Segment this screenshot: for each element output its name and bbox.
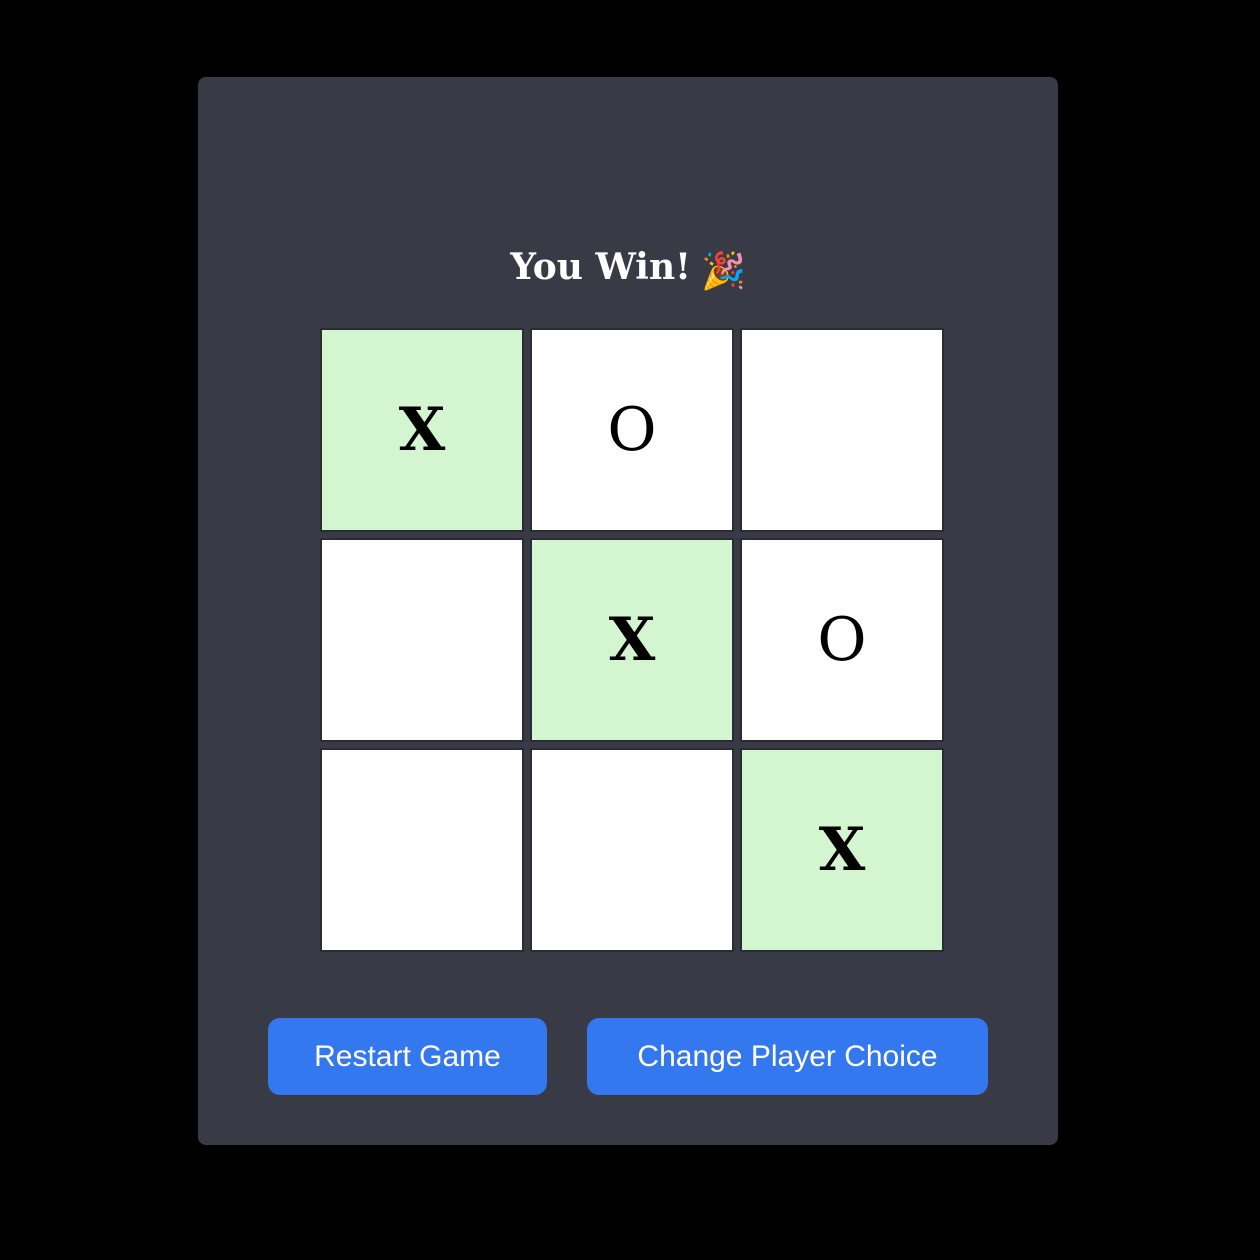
board-cell-9[interactable]: X [742,750,942,950]
board-cell-8[interactable] [532,750,732,950]
board-cell-3[interactable] [742,330,942,530]
board-cell-2[interactable]: O [532,330,732,530]
board-cell-4[interactable] [322,540,522,740]
board-cell-6[interactable]: O [742,540,942,740]
status-text: You Win! [510,246,691,288]
board-cell-7[interactable] [322,750,522,950]
game-status: You Win! 🎉 [198,243,1058,295]
board-cell-1[interactable]: X [322,330,522,530]
game-board: X O X O X [319,327,945,953]
change-player-choice-button[interactable]: Change Player Choice [587,1018,988,1095]
party-popper-icon: 🎉 [700,250,746,292]
restart-game-button[interactable]: Restart Game [268,1018,547,1095]
board-cell-5[interactable]: X [532,540,732,740]
